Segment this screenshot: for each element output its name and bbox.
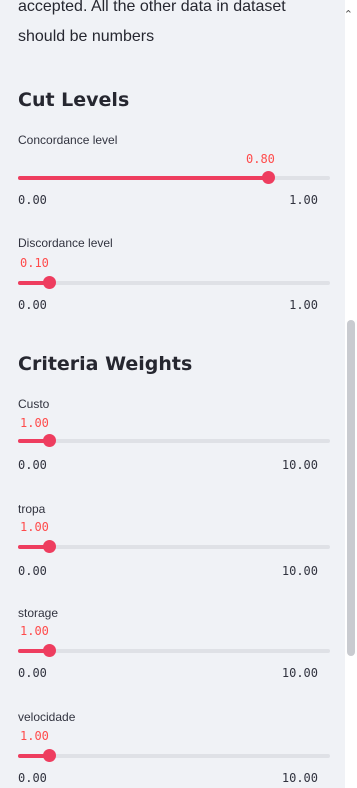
cut-levels-title: Cut Levels (18, 89, 130, 111)
chevron-up-icon[interactable]: ⌃ (344, 8, 353, 21)
criteria-weights-title: Criteria Weights (18, 353, 193, 375)
tropa-label: tropa (18, 502, 46, 516)
tropa-slider-thumb[interactable] (43, 540, 57, 553)
tropa-max: 10.00 (281, 564, 318, 578)
storage-slider-thumb[interactable] (43, 644, 57, 657)
sidebar: accepted. All the other data in dataset … (0, 0, 345, 788)
tropa-min: 0.00 (18, 564, 47, 578)
scrollbar-thumb[interactable] (347, 320, 355, 656)
intro-line-2: should be numbers (18, 28, 155, 45)
concordance-value: 0.80 (246, 152, 275, 166)
tropa-value: 1.00 (20, 520, 49, 534)
velocidade-value: 1.00 (20, 729, 49, 743)
discordance-min: 0.00 (18, 298, 47, 312)
velocidade-min: 0.00 (18, 771, 47, 785)
custo-slider[interactable] (18, 434, 330, 447)
discordance-slider[interactable] (18, 276, 330, 289)
discordance-label: Discordance level (18, 236, 113, 250)
custo-max: 10.00 (281, 458, 318, 472)
storage-value: 1.00 (20, 624, 49, 638)
custo-value: 1.00 (20, 416, 49, 430)
velocidade-label: velocidade (18, 710, 76, 724)
discordance-value: 0.10 (20, 256, 49, 270)
concordance-slider[interactable] (18, 171, 330, 184)
intro-text: accepted. All the other data in dataset … (18, 0, 338, 52)
discordance-slider-thumb[interactable] (43, 276, 57, 289)
intro-line-1: accepted. All the other data in dataset (18, 0, 286, 15)
concordance-max: 1.00 (289, 193, 318, 207)
custo-label: Custo (18, 397, 50, 411)
custo-min: 0.00 (18, 458, 47, 472)
sidebar-scrollbar[interactable] (345, 0, 357, 788)
velocidade-max: 10.00 (281, 771, 318, 785)
velocidade-slider[interactable] (18, 749, 330, 762)
concordance-slider-fill (18, 176, 268, 180)
concordance-min: 0.00 (18, 193, 47, 207)
discordance-max: 1.00 (289, 298, 318, 312)
tropa-slider[interactable] (18, 540, 330, 553)
custo-slider-thumb[interactable] (43, 434, 57, 447)
storage-min: 0.00 (18, 666, 47, 680)
concordance-label: Concordance level (18, 133, 118, 147)
concordance-slider-thumb[interactable] (261, 171, 275, 184)
storage-max: 10.00 (281, 666, 318, 680)
velocidade-slider-thumb[interactable] (43, 749, 57, 762)
storage-label: storage (18, 606, 59, 620)
storage-slider[interactable] (18, 644, 330, 657)
